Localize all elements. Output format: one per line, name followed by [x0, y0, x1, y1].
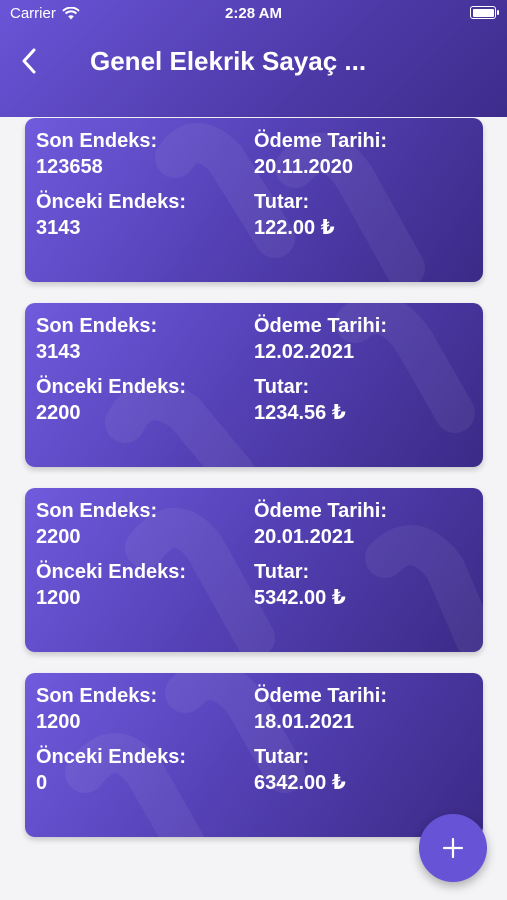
previous-index-label: Önceki Endeks: [36, 376, 187, 398]
add-record-button[interactable] [419, 814, 487, 882]
plus-icon [442, 837, 464, 859]
record-card[interactable]: Son Endeks: 3143 Önceki Endeks: 2200 Öde… [25, 303, 483, 467]
amount-value: 1234.56 ₺ [254, 402, 346, 424]
previous-index-value: 1200 [36, 587, 81, 609]
previous-index-label: Önceki Endeks: [36, 191, 187, 213]
current-index-label: Son Endeks: [36, 685, 158, 707]
chevron-left-icon [22, 48, 36, 74]
current-index-value: 3143 [36, 341, 81, 363]
previous-index-value: 0 [36, 772, 48, 794]
amount-label: Tutar: [254, 746, 310, 768]
current-index-label: Son Endeks: [36, 500, 158, 522]
record-card[interactable]: Son Endeks: 1200 Önceki Endeks: 0 Ödeme … [25, 673, 483, 837]
record-card[interactable]: Son Endeks: 123658 Önceki Endeks: 3143 Ö… [25, 118, 483, 282]
previous-index-label: Önceki Endeks: [36, 746, 187, 768]
page-title: Genel Elekrik Sayaç ... [90, 46, 367, 76]
current-index-value: 123658 [36, 156, 103, 178]
record-card[interactable]: Son Endeks: 2200 Önceki Endeks: 1200 Öde… [25, 488, 483, 652]
payment-date-value: 20.11.2020 [254, 156, 353, 178]
payment-date-label: Ödeme Tarihi: [254, 130, 387, 152]
previous-index-value: 2200 [36, 402, 81, 424]
amount-label: Tutar: [254, 561, 310, 583]
previous-index-value: 3143 [36, 217, 81, 239]
app-header: Carrier 2:28 AM Genel Elekrik Sayaç ... [0, 0, 507, 117]
back-button[interactable] [14, 44, 44, 78]
current-index-value: 2200 [36, 526, 81, 548]
current-index-label: Son Endeks: [36, 130, 158, 152]
payment-date-label: Ödeme Tarihi: [254, 500, 387, 522]
previous-index-label: Önceki Endeks: [36, 561, 187, 583]
status-bar: Carrier 2:28 AM [0, 0, 507, 28]
amount-value: 5342.00 ₺ [254, 587, 346, 609]
amount-label: Tutar: [254, 376, 310, 398]
current-index-label: Son Endeks: [36, 315, 158, 337]
payment-date-label: Ödeme Tarihi: [254, 315, 387, 337]
payment-date-value: 20.01.2021 [254, 526, 355, 548]
payment-date-value: 12.02.2021 [254, 341, 355, 363]
current-index-value: 1200 [36, 711, 81, 733]
amount-value: 6342.00 ₺ [254, 772, 346, 794]
battery-icon [470, 6, 499, 19]
amount-label: Tutar: [254, 191, 310, 213]
payment-date-value: 18.01.2021 [254, 711, 355, 733]
amount-value: 122.00 ₺ [254, 217, 335, 239]
payment-date-label: Ödeme Tarihi: [254, 685, 387, 707]
status-time: 2:28 AM [225, 5, 282, 22]
